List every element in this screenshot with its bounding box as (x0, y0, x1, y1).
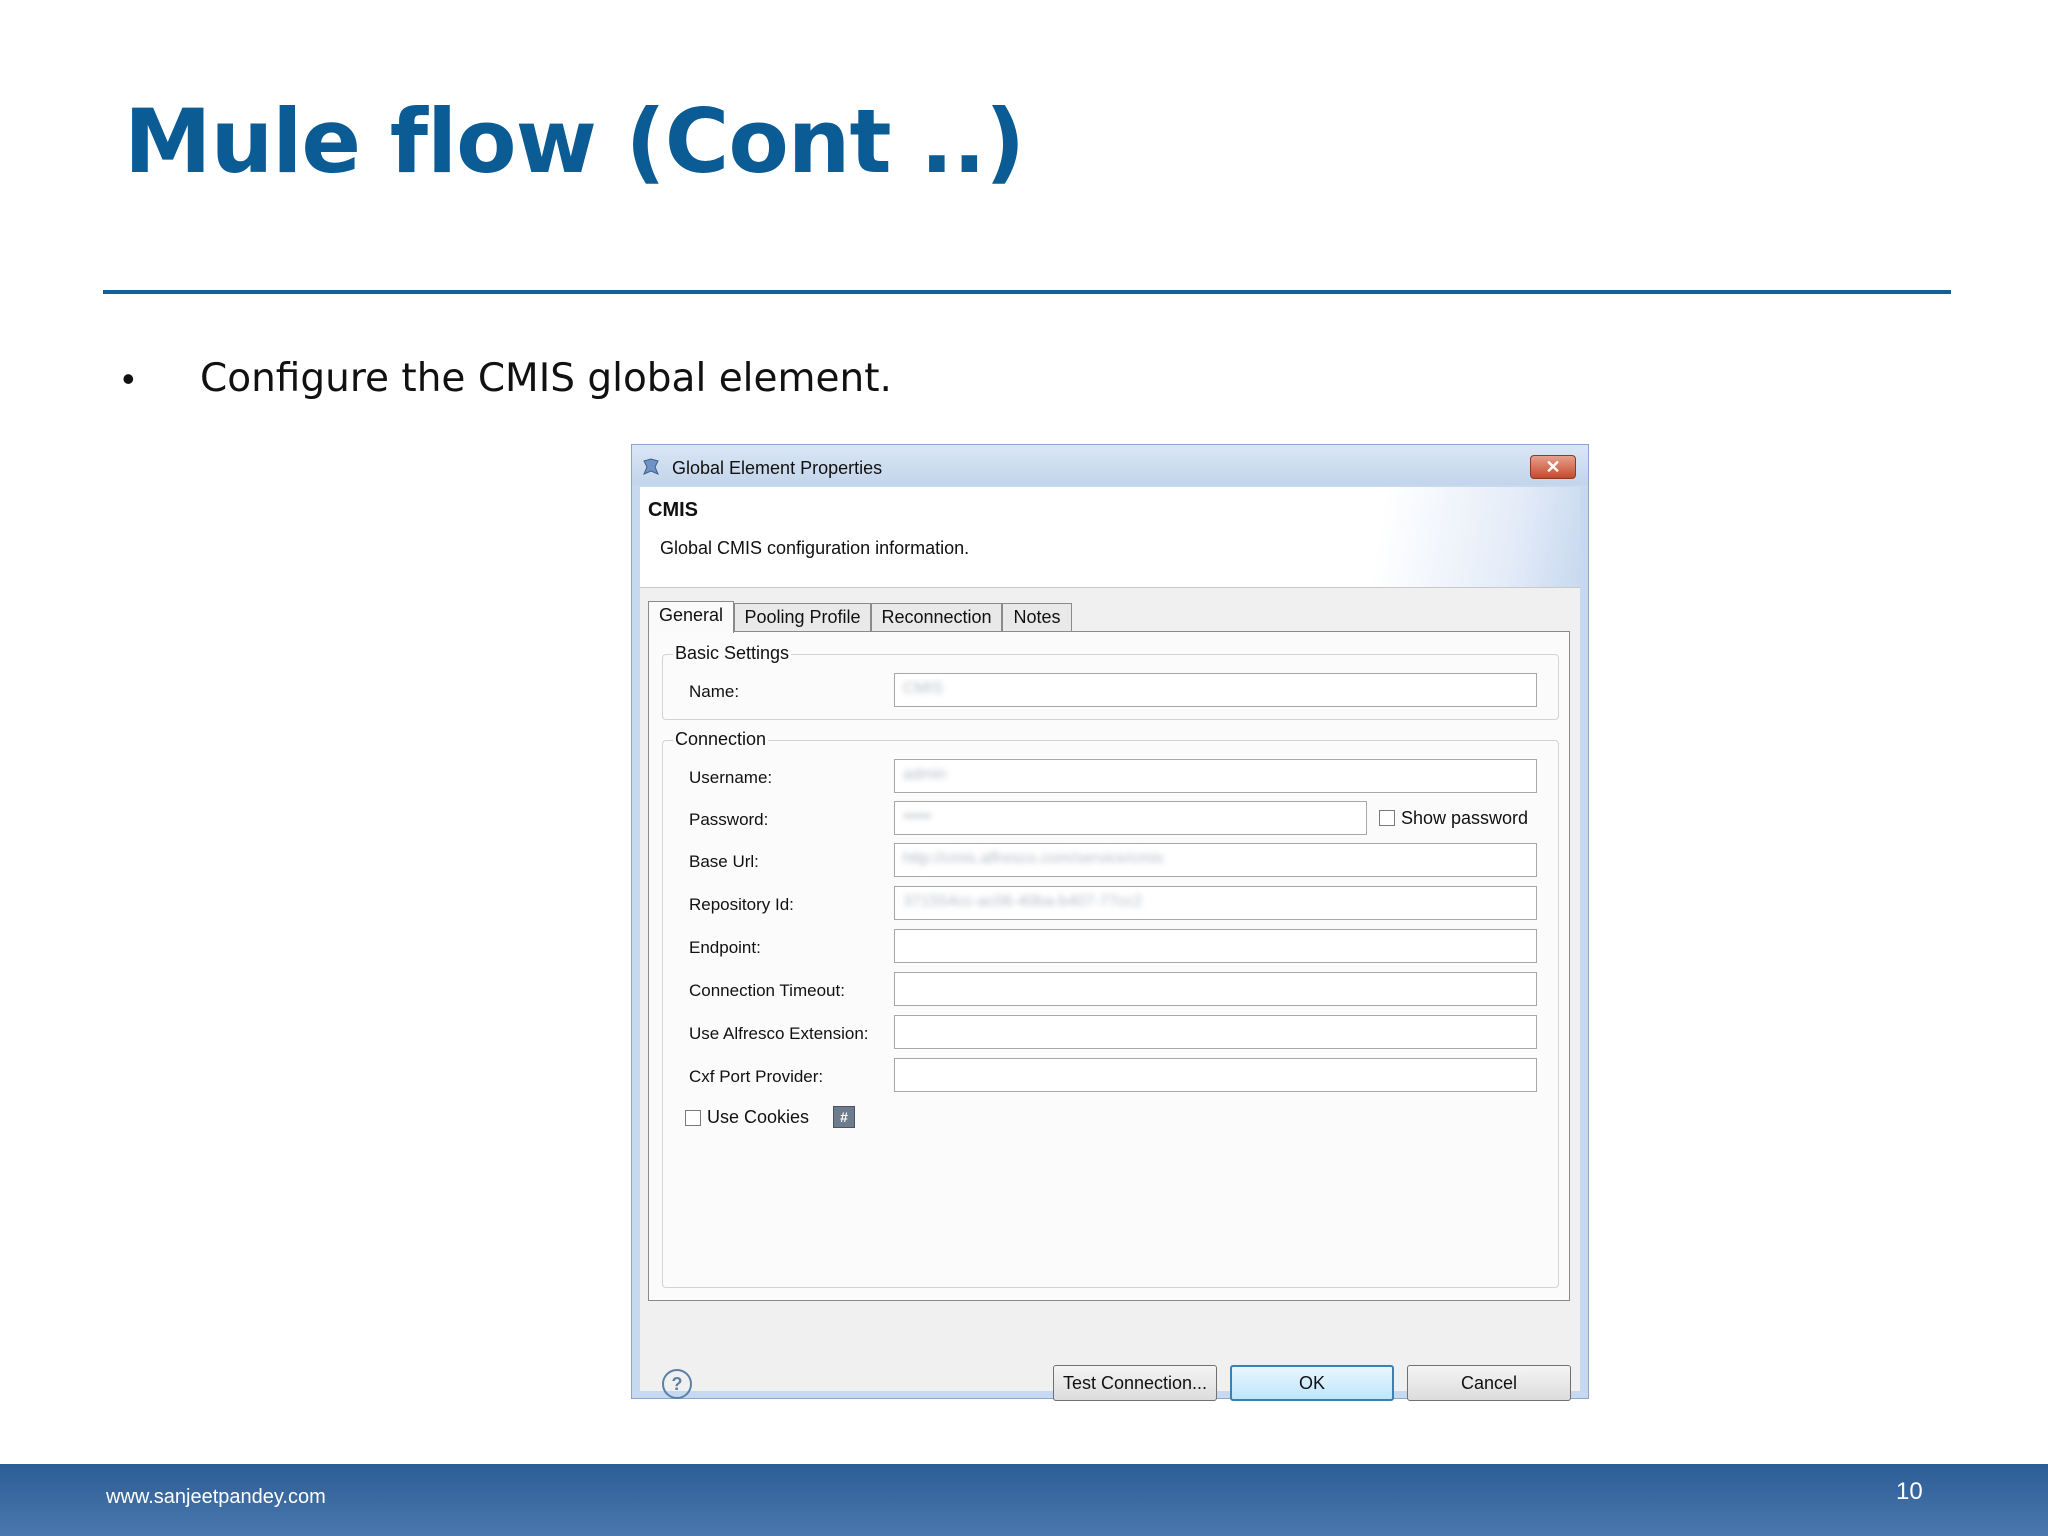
repository-id-label: Repository Id: (689, 895, 794, 914)
connection-group: Connection Username: admin Password: •••… (662, 729, 1559, 1288)
name-value: CMIS (903, 680, 943, 697)
use-alfresco-extension-label: Use Alfresco Extension: (689, 1024, 869, 1043)
cancel-button[interactable]: Cancel (1407, 1365, 1571, 1401)
base-url-label: Base Url: (689, 852, 759, 871)
show-password-checkbox[interactable] (1379, 810, 1395, 826)
tab-notes[interactable]: Notes (1002, 603, 1072, 631)
base-url-input[interactable]: http://cmis.alfresco.com/service/cmis (894, 843, 1537, 877)
username-input[interactable]: admin (894, 759, 1537, 793)
password-label: Password: (689, 810, 769, 829)
password-input[interactable]: ••••• (894, 801, 1367, 835)
expression-hash-button[interactable]: # (833, 1106, 855, 1128)
header-title: CMIS (648, 499, 698, 521)
close-button[interactable]: ✕ (1530, 455, 1576, 479)
general-tab-panel: Basic Settings Name: CMIS Connection Use… (648, 631, 1570, 1301)
dialog-body: CMIS Global CMIS configuration informati… (640, 487, 1580, 1401)
use-cookies-label[interactable]: Use Cookies (707, 1107, 809, 1128)
cxf-port-provider-input[interactable] (894, 1058, 1537, 1092)
slide-title: Mule flow (Cont ..) (124, 90, 1025, 193)
connection-timeout-label: Connection Timeout: (689, 981, 845, 1000)
username-label: Username: (689, 768, 773, 787)
basic-settings-legend: Basic Settings (673, 643, 792, 664)
username-value: admin (903, 766, 947, 783)
footer-url: www.sanjeetpandey.com (106, 1486, 326, 1508)
dialog-titlebar[interactable]: Global Element Properties ✕ (632, 445, 1588, 485)
name-label: Name: (689, 682, 740, 701)
connection-timeout-input[interactable] (894, 972, 1537, 1006)
basic-settings-group: Basic Settings Name: CMIS (662, 643, 1559, 720)
bullet-text: Configure the CMIS global element. (200, 356, 892, 401)
tab-general[interactable]: General (648, 601, 734, 633)
endpoint-label: Endpoint: (689, 938, 761, 957)
cxf-port-provider-label: Cxf Port Provider: (689, 1067, 824, 1086)
base-url-value: http://cmis.alfresco.com/service/cmis (903, 850, 1164, 867)
repository-id-value: 371554cc-ac06-40ba-b407-77cc2 (903, 893, 1143, 910)
dialog-header: CMIS Global CMIS configuration informati… (640, 487, 1580, 588)
header-subtitle: Global CMIS configuration information. (660, 538, 970, 558)
name-input[interactable]: CMIS (894, 673, 1537, 707)
use-alfresco-extension-input[interactable] (894, 1015, 1537, 1049)
tab-reconnection[interactable]: Reconnection (871, 603, 1002, 631)
show-password-label[interactable]: Show password (1401, 808, 1528, 829)
endpoint-input[interactable] (894, 929, 1537, 963)
app-icon (643, 458, 659, 475)
global-element-properties-dialog: Global Element Properties ✕ CMIS Global … (631, 444, 1589, 1401)
password-value: ••••• (903, 808, 932, 825)
use-cookies-checkbox[interactable] (685, 1110, 701, 1126)
ok-button[interactable]: OK (1230, 1365, 1394, 1401)
connection-legend: Connection (673, 729, 769, 750)
title-divider (103, 290, 1951, 294)
test-connection-button[interactable]: Test Connection... (1053, 1365, 1217, 1401)
repository-id-input[interactable]: 371554cc-ac06-40ba-b407-77cc2 (894, 886, 1537, 920)
tab-pooling-profile[interactable]: Pooling Profile (734, 603, 871, 631)
bullet-marker: • (122, 358, 135, 399)
help-icon[interactable]: ? (662, 1369, 692, 1399)
page-number: 10 (1896, 1478, 1923, 1505)
dialog-title: Global Element Properties (672, 458, 883, 478)
